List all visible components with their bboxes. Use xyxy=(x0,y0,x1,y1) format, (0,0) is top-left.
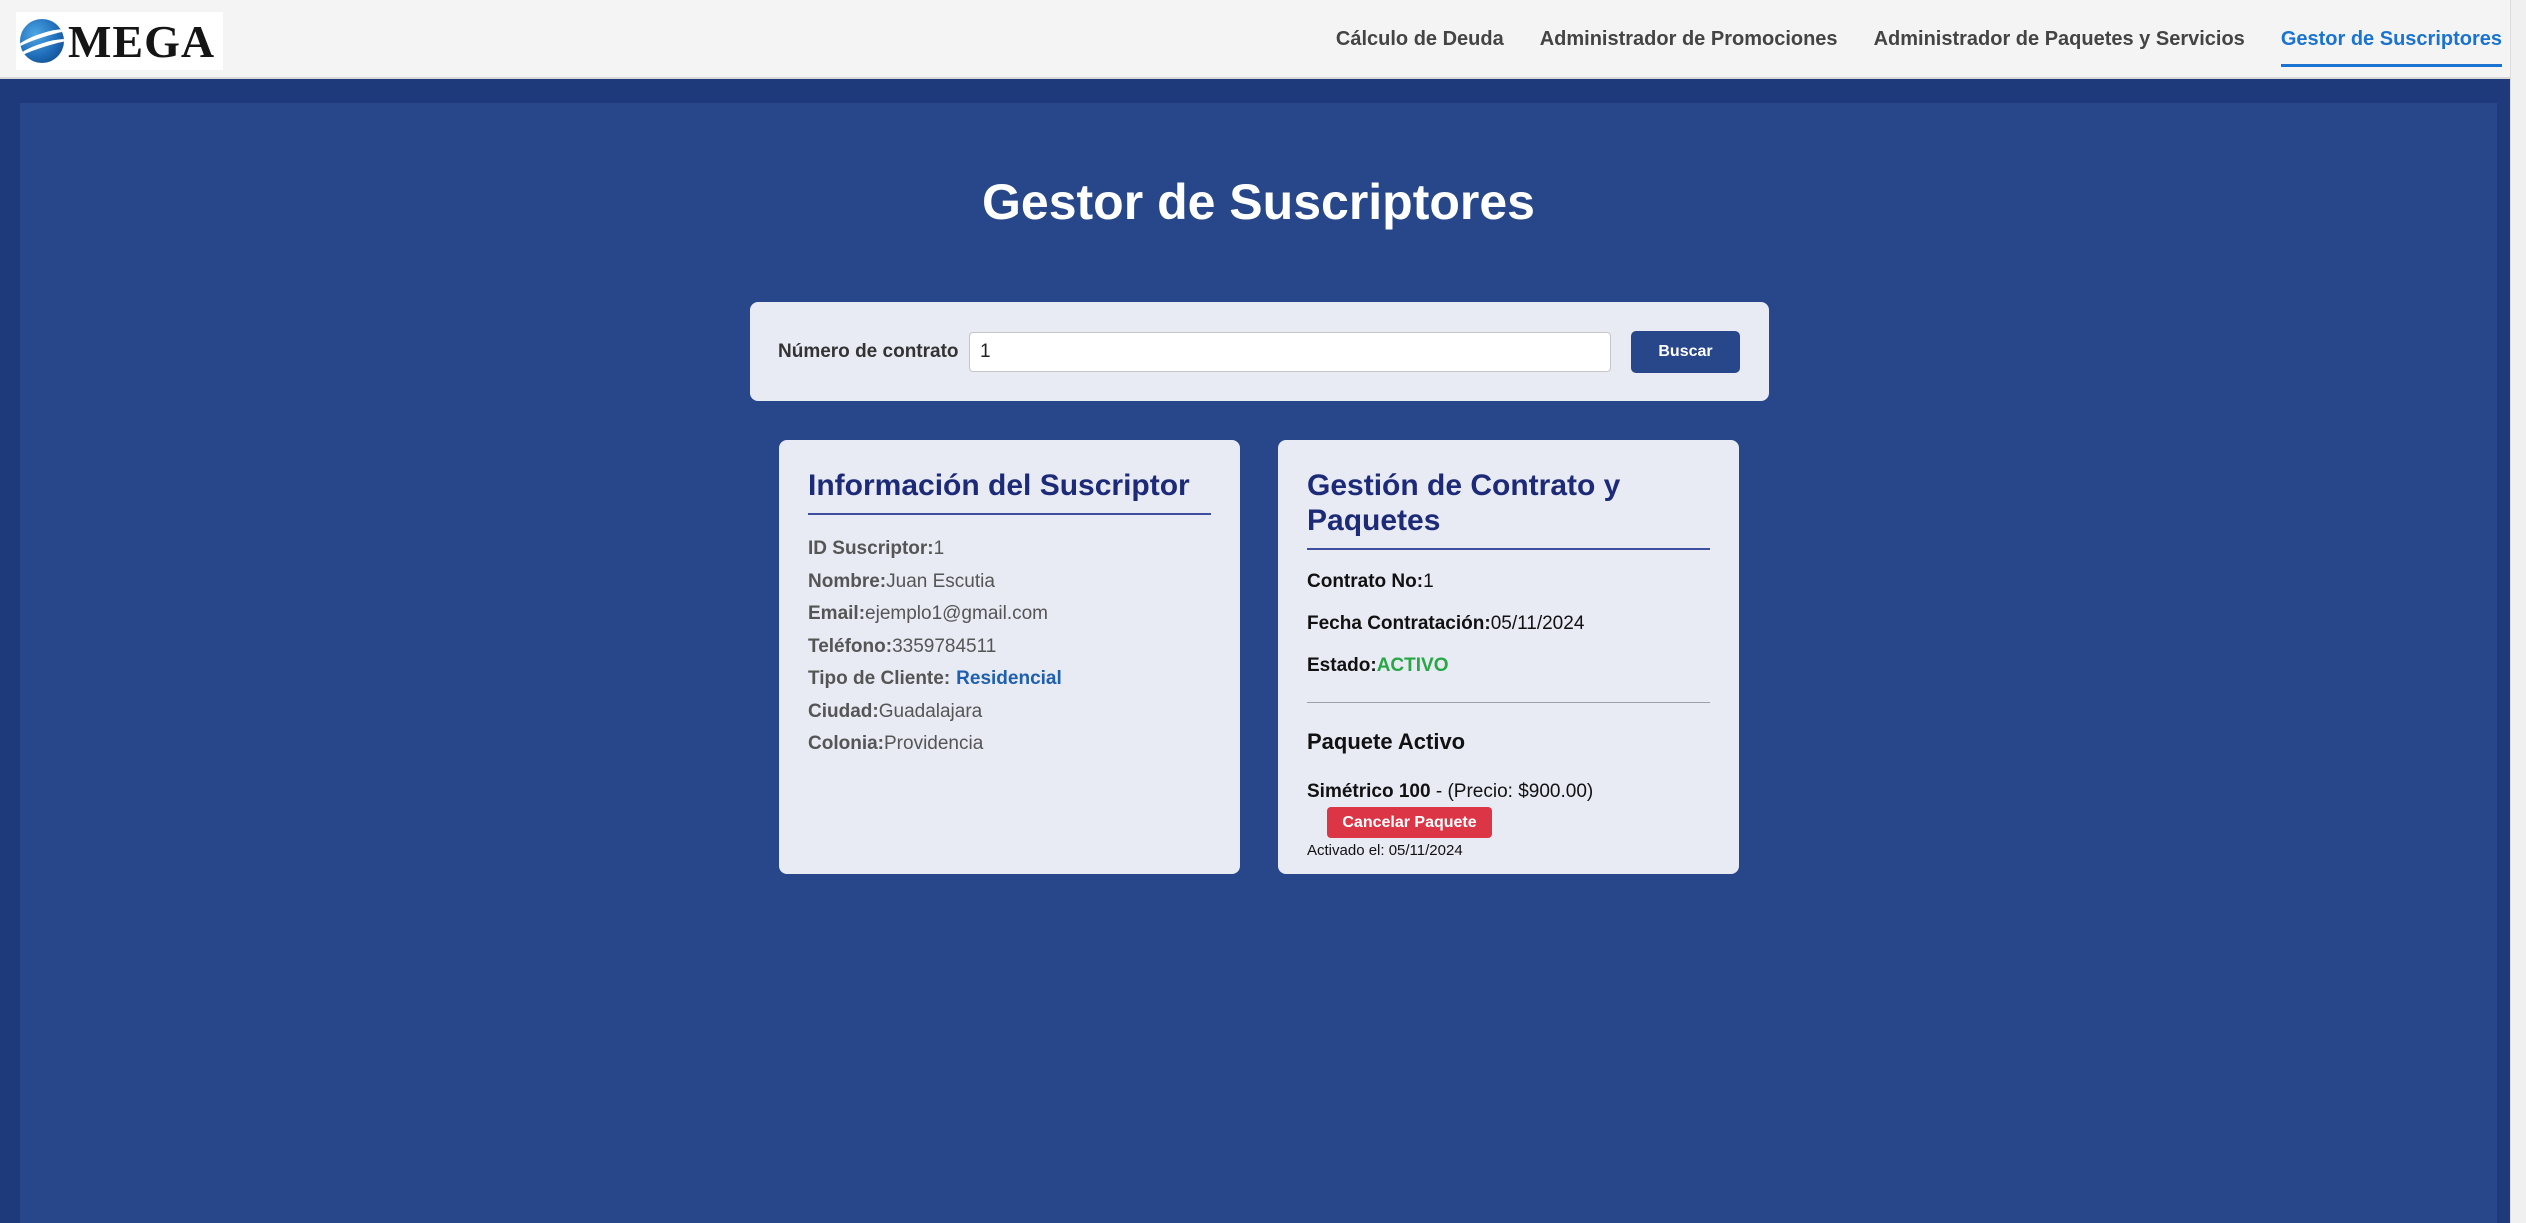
client-type-value: Residencial xyxy=(956,668,1062,689)
subscriber-email-label: Email: xyxy=(808,603,866,624)
page-title: Gestor de Suscriptores xyxy=(982,174,1535,230)
divider xyxy=(1307,702,1710,703)
subscriber-city-row: Ciudad:Guadalajara xyxy=(808,696,1211,729)
package-price: - (Precio: $900.00) xyxy=(1430,781,1594,802)
contract-number-row-label: Contrato No: xyxy=(1307,571,1424,592)
contract-date-value: 05/11/2024 xyxy=(1490,613,1585,634)
subscriber-id-label: ID Suscriptor: xyxy=(808,538,934,559)
contract-number-label: Número de contrato xyxy=(778,340,959,362)
subscriber-id-row: ID Suscriptor:1 xyxy=(808,533,1211,566)
client-type-label: Tipo de Cliente: xyxy=(808,668,951,689)
subscriber-colonia-label: Colonia: xyxy=(808,733,884,754)
subscriber-info-list: ID Suscriptor:1 Nombre:Juan Escutia Emai… xyxy=(808,533,1211,761)
search-button[interactable]: Buscar xyxy=(1631,330,1740,373)
contract-number-input[interactable] xyxy=(969,331,1611,372)
contract-status-row: Estado:ACTIVO xyxy=(1307,654,1710,678)
subscriber-colonia-row: Colonia:Providencia xyxy=(808,728,1211,761)
subscriber-info-title: Información del Suscriptor xyxy=(808,468,1211,515)
active-package-line: Simétrico 100 - (Precio: $900.00) xyxy=(1307,781,1710,803)
page-scrollbar[interactable] xyxy=(2510,0,2526,1223)
contract-number-row: Contrato No:1 xyxy=(1307,570,1710,594)
subscriber-name-row: Nombre:Juan Escutia xyxy=(808,566,1211,599)
nav-gestor-suscriptores[interactable]: Gestor de Suscriptores xyxy=(2280,22,2503,67)
cancel-package-button[interactable]: Cancelar Paquete xyxy=(1327,807,1492,838)
contract-status-label: Estado: xyxy=(1307,655,1377,676)
subscriber-phone-label: Teléfono: xyxy=(808,635,893,657)
globe-logo-icon xyxy=(20,19,64,63)
contract-management-card: Gestión de Contrato y Paquetes Contrato … xyxy=(1278,440,1739,874)
nav-calculo-deuda[interactable]: Cálculo de Deuda xyxy=(1336,22,1504,57)
subscriber-id-value: 1 xyxy=(933,538,945,559)
brand-text: MEGA xyxy=(68,15,216,67)
contract-management-title: Gestión de Contrato y Paquetes xyxy=(1307,468,1710,550)
contract-date-label: Fecha Contratación: xyxy=(1307,613,1491,634)
subscriber-phone-row: Teléfono:3359784511 xyxy=(808,631,1211,664)
nav-admin-paquetes-servicios[interactable]: Administrador de Paquetes y Servicios xyxy=(1874,22,2245,57)
subscriber-email-value: ejemplo1@gmail.com xyxy=(865,603,1048,624)
subscriber-city-value: Guadalajara xyxy=(878,700,983,722)
client-type-row: Tipo de Cliente: Residencial xyxy=(808,663,1211,696)
search-card: Número de contrato Buscar xyxy=(750,302,1769,401)
status-badge: ACTIVO xyxy=(1376,655,1449,676)
top-navbar: MEGA Cálculo de Deuda Administrador de P… xyxy=(0,0,2526,79)
contract-date-row: Fecha Contratación:05/11/2024 xyxy=(1307,612,1710,636)
package-activated-date: Activado el: 05/11/2024 xyxy=(1307,842,1463,859)
contract-number-value: 1 xyxy=(1423,571,1434,592)
subscriber-name-value: Juan Escutia xyxy=(886,570,995,592)
subscriber-info-card: Información del Suscriptor ID Suscriptor… xyxy=(779,440,1240,874)
main-content: Gestor de Suscriptores Número de contrat… xyxy=(20,103,2497,1223)
subscriber-colonia-value: Providencia xyxy=(884,733,984,754)
subscriber-name-label: Nombre: xyxy=(808,570,887,592)
brand-logo[interactable]: MEGA xyxy=(16,12,224,70)
active-package-heading: Paquete Activo xyxy=(1307,729,1466,754)
main-nav: Cálculo de Deuda Administrador de Promoc… xyxy=(1336,0,2503,79)
subscriber-email-row: Email:ejemplo1@gmail.com xyxy=(808,598,1211,631)
package-name: Simétrico 100 xyxy=(1307,781,1431,802)
nav-admin-promociones[interactable]: Administrador de Promociones xyxy=(1540,22,1838,57)
subscriber-city-label: Ciudad: xyxy=(808,700,879,722)
subscriber-phone-value: 3359784511 xyxy=(892,635,997,657)
